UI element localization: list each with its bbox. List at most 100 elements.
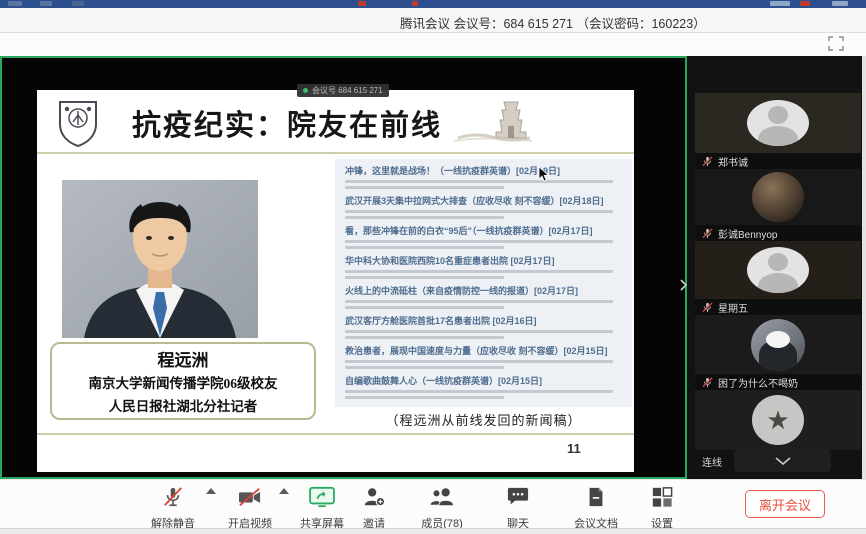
news-title: 火线上的中流砥柱（来自疫情防控一线的报道）[02月17日] xyxy=(345,286,624,297)
sidebar-expand-icon[interactable] xyxy=(676,275,690,295)
taskbar-segment xyxy=(358,1,366,6)
unmute-button[interactable]: 解除静音 xyxy=(135,486,211,531)
participant-name: 连线 xyxy=(695,454,722,469)
news-title: 武汉开展3天集中拉网式大排查（应收尽收 刻不容缓）[02月18日] xyxy=(345,196,624,207)
participant-name: 星期五 xyxy=(718,300,748,315)
leave-meeting-button[interactable]: 离开会议 xyxy=(745,490,825,518)
news-title: 自编歌曲鼓舞人心（一线抗疫群英谱）[02月15日] xyxy=(345,376,624,387)
camera-off-icon xyxy=(237,486,263,508)
news-body-line xyxy=(345,360,613,363)
news-body-line xyxy=(345,240,613,243)
meeting-id-badge-label: 会议号 684 615 271 xyxy=(312,85,383,96)
news-item: 武汉开展3天集中拉网式大排查（应收尽收 刻不容缓）[02月18日] xyxy=(345,196,624,219)
news-body-line xyxy=(345,276,504,279)
participant-name: 彭诚Bennyop xyxy=(718,226,777,241)
meeting-docs-button[interactable]: 会议文档 xyxy=(558,486,634,531)
news-body-line xyxy=(345,270,613,273)
settings-button[interactable]: 设置 xyxy=(624,486,700,531)
slide-title: 抗疫纪实：院友在前线 xyxy=(132,102,472,144)
person-line2: 人民日报社湖北分社记者 xyxy=(52,395,314,418)
chat-bubble-icon xyxy=(506,486,530,508)
window-bottom-strip xyxy=(0,528,866,534)
tower-illustration xyxy=(452,98,534,149)
meeting-id-badge: 会议号 684 615 271 xyxy=(297,84,389,97)
meeting-toolbar: 解除静音 开启视频 共享屏幕 xyxy=(0,479,866,528)
shared-screen-region: 会议号 684 615 271 抗疫纪实：院友在前线 xyxy=(0,56,687,479)
news-title: 冲锋，这里就是战场！（一线抗疫群英谱）[02月19日] xyxy=(345,166,624,177)
news-item: 看，那些冲锋在前的白衣“95后”（一线抗疫群英谱）[02月17日] xyxy=(345,226,624,249)
participant-tile[interactable] xyxy=(695,93,861,153)
participant-tile[interactable] xyxy=(695,315,861,374)
invite-person-icon xyxy=(362,486,386,508)
university-logo-icon xyxy=(57,98,99,153)
news-title: 救治患者，展现中国速度与力量（应收尽收 刻不容缓）[02月15日] xyxy=(345,346,624,357)
meeting-header: 腾讯会议 会议号：684 615 271 （会议密码：160223） xyxy=(0,8,866,33)
chat-button[interactable]: 聊天 xyxy=(480,486,556,531)
taskbar-segment xyxy=(8,1,22,6)
collapse-video-list-button[interactable] xyxy=(734,450,831,472)
mic-muted-icon xyxy=(162,486,184,508)
main-area: 会议号 684 615 271 抗疫纪实：院友在前线 xyxy=(0,56,866,479)
meeting-window: 腾讯会议 会议号：684 615 271 （会议密码：160223） 会议号 6… xyxy=(0,0,866,534)
scrollbar[interactable] xyxy=(862,56,866,479)
news-body-line xyxy=(345,210,613,213)
news-body-line xyxy=(345,180,613,183)
avatar-star-icon: ★ xyxy=(752,395,804,445)
avatar-silhouette-icon xyxy=(747,100,809,146)
participant-tile[interactable] xyxy=(695,169,861,225)
participant-tile[interactable] xyxy=(695,241,861,299)
participant-name-row: 困了为什么不喝奶 xyxy=(695,374,861,390)
news-list-panel: 冲锋，这里就是战场！（一线抗疫群英谱）[02月19日] 武汉开展3天集中拉网式大… xyxy=(335,159,632,407)
window-top-strip xyxy=(0,33,866,56)
news-title: 武汉客厅方舱医院首批17名患者出院 [02月16日] xyxy=(345,316,624,327)
taskbar-segment xyxy=(40,1,52,6)
sidebar-bottom-row: 连线 xyxy=(695,450,861,472)
share-screen-icon xyxy=(308,486,336,508)
members-icon xyxy=(429,486,455,508)
slide-page-number: 11 xyxy=(567,441,581,456)
participant-name-row: 郑书诚 xyxy=(695,153,861,169)
news-item: 武汉客厅方舱医院首批17名患者出院 [02月16日] xyxy=(345,316,624,339)
taskbar-strip xyxy=(0,0,866,8)
taskbar-segment xyxy=(800,1,810,6)
slide-divider-bottom xyxy=(37,433,634,435)
news-body-line xyxy=(345,366,504,369)
members-button[interactable]: 成员(78) xyxy=(404,486,480,531)
participant-tile[interactable]: ★ xyxy=(695,390,861,450)
news-body-line xyxy=(345,336,504,339)
news-body-line xyxy=(345,300,613,303)
news-item: 火线上的中流砥柱（来自疫情防控一线的报道）[02月17日] xyxy=(345,286,624,309)
fullscreen-icon[interactable] xyxy=(828,36,844,51)
presentation-slide: 抗疫纪实：院友在前线 xyxy=(37,90,634,472)
mic-muted-icon xyxy=(702,377,713,388)
news-body-line xyxy=(345,330,613,333)
taskbar-segment xyxy=(832,1,848,6)
invite-button[interactable]: 邀请 xyxy=(336,486,412,531)
news-title: 看，那些冲锋在前的白衣“95后”（一线抗疫群英谱）[02月17日] xyxy=(345,226,624,237)
avatar-photo xyxy=(752,172,804,222)
news-title: 华中科大协和医院西院10名重症患者出院 [02月17日] xyxy=(345,256,624,267)
participant-name-row: 星期五 xyxy=(695,299,861,315)
news-body-line xyxy=(345,216,504,219)
news-item: 华中科大协和医院西院10名重症患者出院 [02月17日] xyxy=(345,256,624,279)
taskbar-segment xyxy=(412,1,418,6)
mic-muted-icon xyxy=(702,156,713,167)
mic-muted-icon xyxy=(702,228,713,239)
mic-muted-icon xyxy=(702,302,713,313)
chevron-down-icon xyxy=(775,457,791,465)
participant-name: 郑书诚 xyxy=(718,154,748,169)
participant-name: 困了为什么不喝奶 xyxy=(718,375,798,390)
document-icon xyxy=(586,486,606,508)
avatar-photo-mask xyxy=(751,319,805,371)
news-body-line xyxy=(345,186,504,189)
status-dot xyxy=(303,88,308,93)
participants-sidebar: 郑书诚 彭诚Bennyop xyxy=(687,56,862,479)
news-item: 救治患者，展现中国速度与力量（应收尽收 刻不容缓）[02月15日] xyxy=(345,346,624,369)
news-item: 自编歌曲鼓舞人心（一线抗疫群英谱）[02月15日] xyxy=(345,376,624,399)
mouse-cursor xyxy=(538,166,550,187)
person-name: 程远洲 xyxy=(52,350,314,372)
news-body-line xyxy=(345,306,504,309)
start-video-button[interactable]: 开启视频 xyxy=(212,486,288,531)
news-body-line xyxy=(345,396,504,399)
news-item: 冲锋，这里就是战场！（一线抗疫群英谱）[02月19日] xyxy=(345,166,624,189)
